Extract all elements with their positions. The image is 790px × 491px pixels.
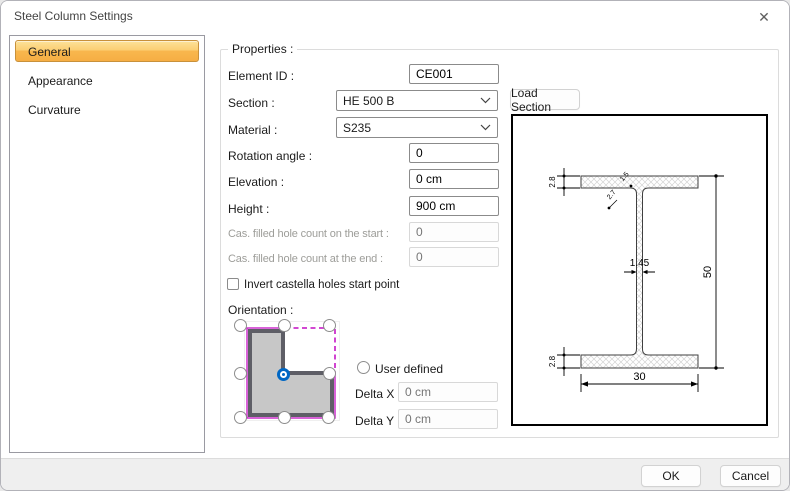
user-defined-label: User defined [375,359,443,379]
height-label: Height : [228,199,269,219]
delta-y-input [398,409,498,429]
section-preview-drawing: 2.8 2.8 50 1.45 30 1.5 2.7 [511,114,768,426]
orientation-radio-bottom-right[interactable] [322,411,335,424]
orientation-label: Orientation : [228,300,293,320]
ok-button[interactable]: OK [641,465,701,487]
dim-flange-top-text: 2.8 [548,176,557,188]
cas-hole-end-label: Cas. filled hole count at the end : [228,249,383,269]
element-id-input[interactable] [409,64,499,84]
sidebar-item-general[interactable]: General [15,40,199,62]
delta-y-label: Delta Y : [355,411,401,431]
close-button[interactable]: ✕ [747,5,781,30]
sidebar: General Appearance Curvature [9,35,205,453]
delta-x-input [398,382,498,402]
dim-flange-bottom [557,347,580,376]
dim-height-text: 50 [702,266,714,278]
invert-castella-checkbox[interactable] [227,278,239,290]
orientation-radio-mid-right[interactable] [323,367,336,380]
orientation-radio-top-center[interactable] [278,319,291,332]
sidebar-item-label: General [28,45,71,59]
orientation-radio-bottom-center[interactable] [278,411,291,424]
rotation-angle-label: Rotation angle : [228,146,312,166]
cas-hole-start-label: Cas. filled hole count on the start : [228,224,389,244]
element-id-label: Element ID : [228,66,294,86]
steel-column-settings-dialog: Steel Column Settings ✕ General Appearan… [0,0,790,491]
chevron-down-icon [480,97,491,104]
delta-x-label: Delta X : [355,384,401,404]
section-label: Section : [228,93,275,113]
dim-flange-top [557,168,580,196]
orientation-radio-mid-left[interactable] [234,367,247,380]
orientation-radio-center[interactable] [277,368,290,381]
orientation-radio-top-right[interactable] [323,319,336,332]
dialog-title: Steel Column Settings [14,9,133,23]
cancel-button-label: Cancel [732,469,769,483]
material-combobox-value: S235 [343,121,480,135]
ok-button-label: OK [662,469,679,483]
orientation-radio-bottom-left[interactable] [234,411,247,424]
cancel-button[interactable]: Cancel [720,465,781,487]
invert-castella-label: Invert castella holes start point [244,275,399,295]
sidebar-item-label: Appearance [28,74,93,88]
cas-hole-end-input [409,247,499,267]
elevation-label: Elevation : [228,172,284,192]
sidebar-item-curvature[interactable]: Curvature [15,98,199,120]
dim-flange-bottom-text: 2.8 [548,355,557,367]
sidebar-item-appearance[interactable]: Appearance [15,69,199,91]
section-combobox[interactable]: HE 500 B [336,90,498,111]
elevation-input[interactable] [409,169,499,189]
material-combobox[interactable]: S235 [336,117,498,138]
rotation-angle-input[interactable] [409,143,499,163]
orientation-radio-top-left[interactable] [234,319,247,332]
user-defined-radio[interactable] [357,361,370,374]
load-section-button-label: Load Section [511,86,579,114]
title-bar: Steel Column Settings ✕ [1,1,789,33]
load-section-button[interactable]: Load Section [510,89,580,110]
cas-hole-start-input [409,222,499,242]
height-input[interactable] [409,196,499,216]
dim-radius-text: 2.7 [606,189,618,201]
sidebar-item-label: Curvature [28,103,81,117]
section-combobox-value: HE 500 B [343,94,480,108]
ibeam-section-shape [581,176,698,368]
chevron-down-icon [480,124,491,131]
properties-group-label: Properties : [228,42,297,56]
dim-web-text: 1.45 [630,258,650,269]
material-label: Material : [228,120,277,140]
close-icon: ✕ [758,9,770,26]
dim-width-text: 30 [633,371,645,383]
